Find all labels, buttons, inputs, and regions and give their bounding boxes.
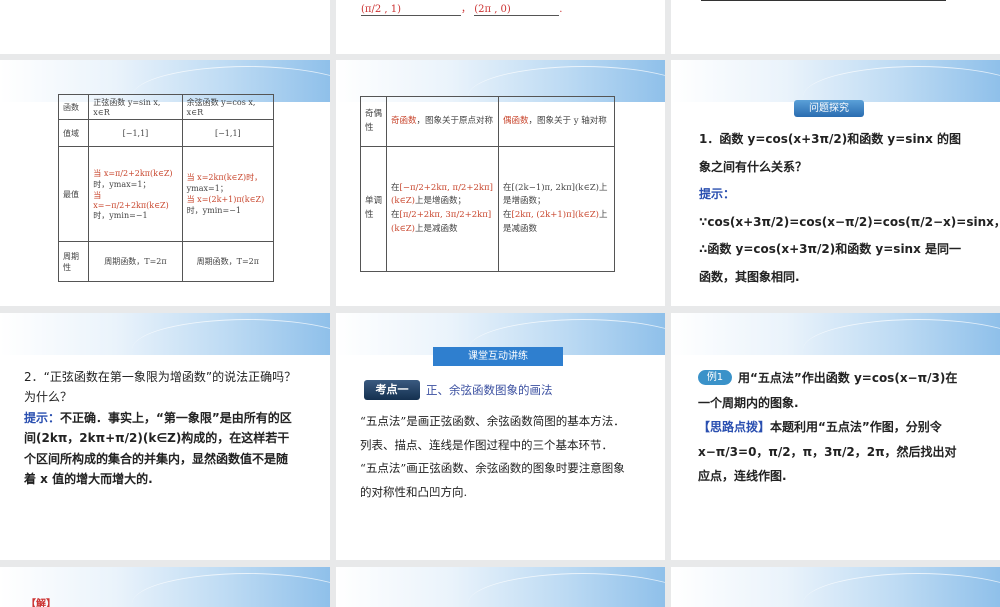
slide-thumbnail[interactable]	[0, 0, 330, 54]
question-text: 用“五点法”作出函数 y=cos(x−π/3)在一个周期内的图象.	[698, 371, 958, 410]
answer-line: (π/2 , 1)， (2π , 0).	[361, 4, 563, 16]
cell: 当 x=2kπ(k∈Z)时， ymax=1； 当 x=(2k+1)π(k∈Z) 时，y…	[181, 146, 275, 242]
cell-text: 当 x=(2k+1)π(k∈Z)	[186, 195, 265, 204]
cell-text: 在[(2k−1)π, 2kπ](k∈Z)上是增函数；	[503, 182, 608, 207]
answer-blank: (2π , 0)	[474, 4, 560, 16]
slide-thumbnail[interactable]: 奇偶性 奇函数，图象关于原点对称 偶函数，图象关于 y 轴对称 单调性 在[−π…	[336, 60, 665, 306]
cell: 在[−π/2+2kπ, π/2+2kπ](k∈Z)上是增函数； 在[π/2+2kπ…	[386, 146, 499, 272]
cell-text: 时，ymin=−1	[93, 210, 148, 220]
hint-paragraph: 提示：不正确．事实上，“第一象限”是由所有的区间(2kπ，2kπ+π/2)(k∈…	[24, 408, 299, 490]
paragraph: “五点法”是画正弦函数、余弦函数简图的基本方法．列表、描点、连线是作图过程中的三…	[360, 414, 625, 452]
function-table: 奇偶性 奇函数，图象关于原点对称 偶函数，图象关于 y 轴对称 单调性 在[−π…	[360, 96, 615, 272]
slide-thumbnail[interactable]: 例1 用“五点法”作出函数 y=cos(x−π/3)在一个周期内的图象. 【思路…	[671, 313, 1000, 560]
cell-text: 奇函数	[391, 115, 417, 126]
slide-thumbnail[interactable]: 问题探究 1．函数 y=cos(x+3π/2)和函数 y=sinx 的图象之间有…	[671, 60, 1000, 306]
cell: 奇函数，图象关于原点对称	[386, 96, 499, 147]
cell: [−1,1]	[88, 119, 183, 147]
slide-thumbnail[interactable]: 2．“正弦函数在第一象限为增函数”的说法正确吗？为什么？ 提示：不正确．事实上，…	[0, 313, 330, 560]
section-tag: 问题探究	[794, 100, 864, 117]
slide-header-band	[0, 313, 330, 355]
hint-text: 不正确．事实上，“第一象限”是由所有的区间(2kπ，2kπ+π/2)(k∈Z)构…	[24, 410, 292, 486]
cell-text: 在	[391, 182, 400, 193]
slide-thumbnail[interactable]	[336, 567, 665, 607]
cell: 周期函数，T=2π	[88, 241, 183, 282]
slide-text: 【解】	[26, 599, 56, 607]
hint-paragraph: 【思路点拨】本题利用“五点法”作图，分别令 x−π/3=0，π/2，π，3π/2…	[698, 415, 968, 489]
point-badge: 考点一	[364, 380, 420, 400]
hint-label: 提示：	[699, 187, 736, 202]
cell-text: 时，ymin=−1	[186, 206, 241, 215]
question-text: 1．函数 y=cos(x+3π/2)和函数 y=sinx 的图象之间有什么关系？	[699, 132, 962, 174]
cell: 在[(2k−1)π, 2kπ](k∈Z)上是增函数； 在[2kπ, (2k+1)π…	[498, 146, 615, 272]
cell-text: 上是增函数；	[414, 196, 466, 207]
slide-text: “五点法”是画正弦函数、余弦函数简图的基本方法．列表、描点、连线是作图过程中的三…	[360, 410, 635, 504]
cell: 最值	[57, 146, 90, 242]
function-table: 函数 正弦函数 y=sin x, x∈R 余弦函数 y=cos x, x∈R 值域[…	[57, 94, 275, 282]
cell-text: ，图象关于 y 轴对称	[528, 115, 607, 126]
cell: 值域	[57, 119, 90, 147]
point-title: 正、余弦函数图象的画法	[426, 383, 553, 397]
cell-text: 在	[503, 210, 512, 220]
slide-text: 用“五点法”作出函数 y=cos(x−π/3)在一个周期内的图象. 【思路点拨】…	[698, 366, 968, 489]
slide-header-band	[671, 313, 1000, 355]
slide-thumbnail[interactable]: 课堂互动讲练 考点一 正、余弦函数图象的画法 “五点法”是画正弦函数、余弦函数简…	[336, 313, 665, 560]
hint-label: 提示：	[24, 410, 61, 425]
hint-paragraph: 提示： ∵cos(x+3π/2)=cos(x−π/2)=cos(π/2−x)=si…	[699, 181, 1000, 291]
cell: 余弦函数 y=cos x, x∈R	[181, 94, 275, 120]
question-text: 2．“正弦函数在第一象限为增函数”的说法正确吗？为什么？	[24, 370, 297, 405]
cell: 单调性	[360, 146, 387, 272]
cell-text: ymax=1；	[186, 184, 228, 193]
slide-thumbnail[interactable]	[671, 567, 1000, 607]
cell-text: 当 x=−π/2+2kπ(k∈Z)	[93, 190, 169, 210]
slide-thumbnail[interactable]: (π/2 , 1)， (2π , 0).	[336, 0, 665, 54]
cell: 当 x=π/2+2kπ(k∈Z) 时，ymax=1；当 x=−π/2+2kπ(k∈…	[88, 146, 183, 242]
divider	[701, 0, 946, 1]
cell: [−1,1]	[181, 119, 275, 147]
cell: 函数	[57, 94, 90, 120]
slide-header-band	[671, 60, 1000, 102]
paragraph: “五点法”画正弦函数、余弦函数的图象时要注意图象的对称性和凸凹方向.	[360, 461, 625, 499]
cell: 偶函数，图象关于 y 轴对称	[498, 96, 615, 147]
slide-thumbnail[interactable]: 【解】	[0, 567, 330, 607]
cell-text: 在	[391, 210, 400, 220]
hint-label: 【思路点拨】	[698, 420, 771, 435]
slide-text: 2．“正弦函数在第一象限为增函数”的说法正确吗？为什么？ 提示：不正确．事实上，…	[24, 367, 299, 489]
slide-text: 1．函数 y=cos(x+3π/2)和函数 y=sinx 的图象之间有什么关系？…	[699, 126, 1000, 292]
cell: 奇偶性	[360, 96, 387, 147]
cell-text: 当 x=π/2+2kπ(k∈Z)	[93, 168, 173, 178]
cell: 正弦函数 y=sin x, x∈R	[88, 94, 183, 120]
cell-text: 当 x=2kπ(k∈Z)时，	[186, 173, 263, 182]
cell: 周期函数，T=2π	[181, 241, 275, 282]
slide-thumbnail[interactable]	[671, 0, 1000, 54]
section-tag: 课堂互动讲练	[433, 347, 563, 366]
cell-text: 时，ymax=1；	[93, 179, 151, 189]
cell-text: 偶函数	[503, 115, 529, 126]
cell-text: 上是减函数	[414, 223, 458, 234]
cell-text: [2kπ, (2k+1)π](k∈Z)	[511, 210, 599, 220]
slide-header-band	[336, 567, 665, 607]
slide-header-band	[671, 567, 1000, 607]
answer-blank: (π/2 , 1)	[361, 4, 461, 16]
hint-text: ∵cos(x+3π/2)=cos(x−π/2)=cos(π/2−x)=sinx，…	[699, 214, 1000, 284]
cell-text: ，图象关于原点对称	[416, 115, 494, 126]
slide-thumbnail[interactable]: 函数 正弦函数 y=sin x, x∈R 余弦函数 y=cos x, x∈R 值域[…	[0, 60, 330, 306]
cell: 周期性	[57, 241, 90, 282]
